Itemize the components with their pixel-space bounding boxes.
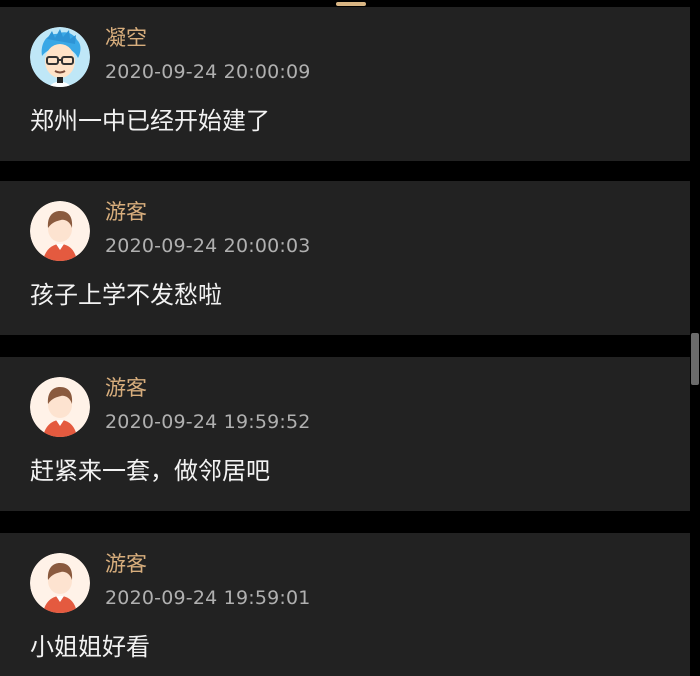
username[interactable]: 游客 [105,551,147,577]
guest-avatar-icon [30,553,90,613]
timestamp: 2020-09-24 19:59:01 [105,587,311,609]
comment-text: 孩子上学不发愁啦 [30,281,222,309]
comment-text: 赶紧来一套，做邻居吧 [30,457,270,485]
guest-avatar-icon [30,377,90,437]
guest-avatar[interactable] [30,377,90,437]
timestamp: 2020-09-24 20:00:03 [105,235,311,257]
username[interactable]: 凝空 [105,25,147,51]
scrollbar-thumb[interactable] [691,333,699,385]
username[interactable]: 游客 [105,375,147,401]
comment-card: 游客 2020-09-24 19:59:01 小姐姐好看 [0,533,690,676]
user-avatar[interactable] [30,27,90,87]
username[interactable]: 游客 [105,199,147,225]
timestamp: 2020-09-24 20:00:09 [105,61,311,83]
comment-card: 游客 2020-09-24 19:59:52 赶紧来一套，做邻居吧 [0,357,690,511]
drag-handle[interactable] [336,2,366,6]
comment-text: 郑州一中已经开始建了 [30,107,270,135]
timestamp: 2020-09-24 19:59:52 [105,411,311,433]
blue-hair-avatar-icon [30,27,90,87]
comment-card: 凝空 2020-09-24 20:00:09 郑州一中已经开始建了 [0,7,690,161]
guest-avatar-icon [30,201,90,261]
comment-card: 游客 2020-09-24 20:00:03 孩子上学不发愁啦 [0,181,690,335]
comment-text: 小姐姐好看 [30,633,150,661]
guest-avatar[interactable] [30,201,90,261]
guest-avatar[interactable] [30,553,90,613]
